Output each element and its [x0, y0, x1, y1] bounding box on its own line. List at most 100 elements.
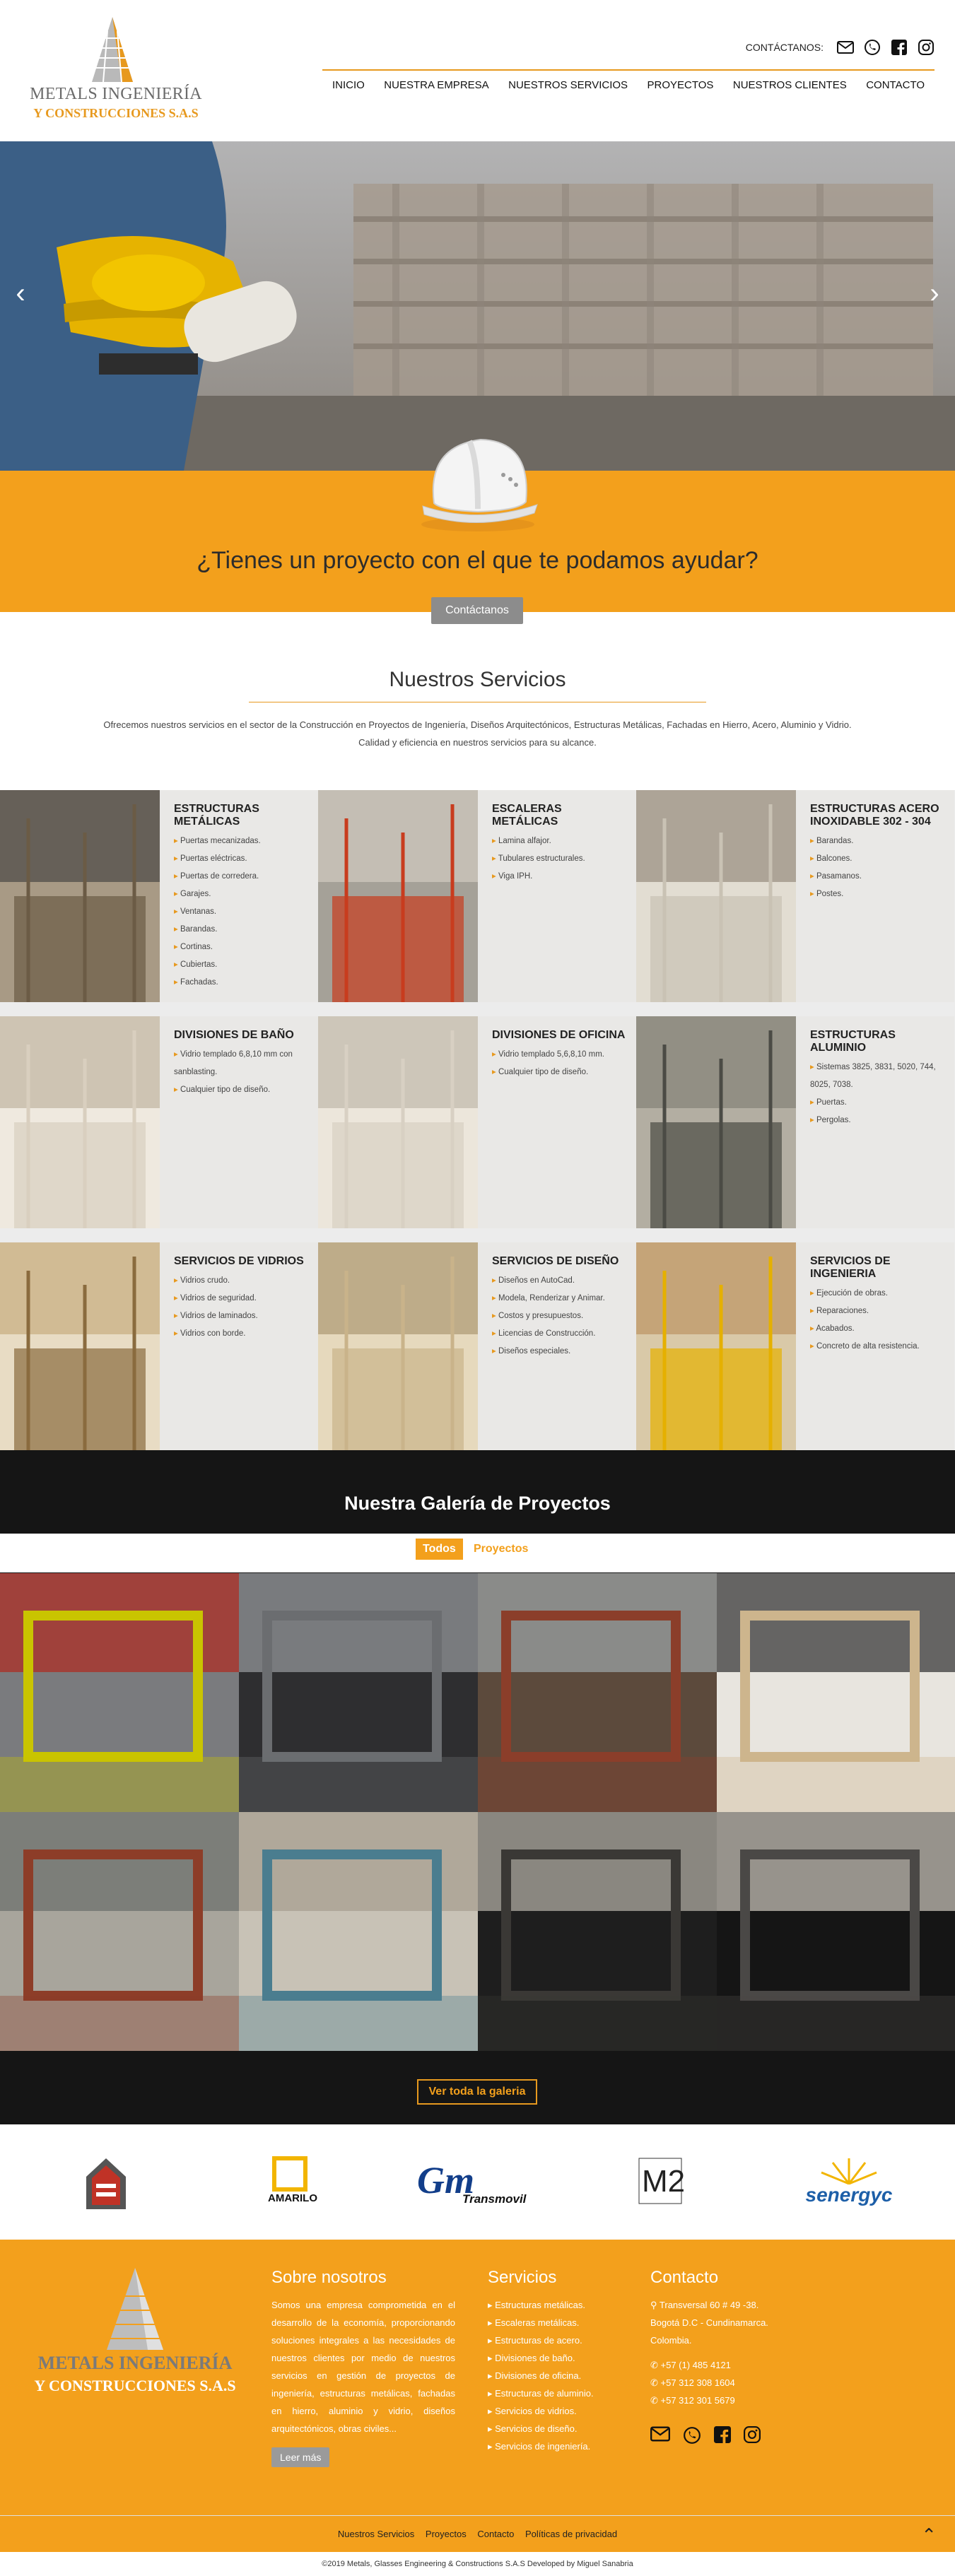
footer-service-item[interactable]: Servicios de ingeniería.	[488, 2437, 629, 2455]
nav-proyectos[interactable]: PROYECTOS	[648, 76, 714, 94]
services-footer-title: Servicios	[488, 2268, 557, 2287]
service-list: Vidrio templado 6,8,10 mm con sanblastin…	[174, 1046, 311, 1099]
service-list: Vidrios crudo.Vidrios de seguridad.Vidri…	[174, 1272, 311, 1343]
service-list-item: Vidrio templado 5,6,8,10 mm.	[492, 1046, 629, 1064]
envelope-icon[interactable]	[836, 38, 855, 57]
whatsapp-icon[interactable]	[683, 2426, 701, 2445]
footer-service-item[interactable]: Divisiones de oficina.	[488, 2367, 629, 2384]
footer-service-item[interactable]: Divisiones de baño.	[488, 2349, 629, 2367]
bottom-link-privacidad[interactable]: Políticas de privacidad	[525, 2529, 617, 2539]
footer-service-item[interactable]: Escaleras metálicas.	[488, 2314, 629, 2331]
phone-3[interactable]: +57 312 301 5679	[661, 2395, 735, 2406]
bottom-link-contacto[interactable]: Contacto	[477, 2529, 514, 2539]
see-all-gallery-button[interactable]: Ver toda la galeria	[417, 2079, 537, 2105]
phone-1[interactable]: +57 (1) 485 4121	[661, 2360, 731, 2370]
facebook-icon[interactable]	[714, 2426, 731, 2443]
logo[interactable]: METALS INGENIERÍA Y CONSTRUCCIONES S.A.S	[24, 17, 208, 123]
read-more-button[interactable]: Leer más	[271, 2447, 330, 2467]
footer-service-item[interactable]: Estructuras de aluminio.	[488, 2384, 629, 2402]
service-card[interactable]: ESTRUCTURAS ALUMINIO Sistemas 3825, 3831…	[636, 1016, 954, 1228]
whatsapp-icon: ✆	[650, 2377, 661, 2388]
about-title: Sobre nosotros	[271, 2268, 387, 2287]
bottom-link-proyectos[interactable]: Proyectos	[426, 2529, 467, 2539]
nav-inicio[interactable]: INICIO	[332, 76, 365, 94]
client-logo-senergyc[interactable]: senergyc	[797, 2156, 901, 2212]
service-photo	[0, 1016, 160, 1228]
facebook-icon[interactable]	[890, 38, 908, 57]
service-list-item: Vidrio templado 6,8,10 mm con sanblastin…	[174, 1046, 311, 1081]
client-logo-gm-transmovil[interactable]: Gm Transmovil	[417, 2156, 539, 2212]
service-card[interactable]: ESTRUCTURAS METÁLICAS Puertas mecanizada…	[0, 790, 318, 1002]
gallery-item[interactable]	[239, 1573, 478, 1812]
gallery-item[interactable]	[478, 1812, 717, 2051]
tab-proyectos[interactable]: Proyectos	[467, 1539, 535, 1560]
service-list-item: Ejecución de obras.	[810, 1285, 947, 1302]
service-card[interactable]: SERVICIOS DE VIDRIOS Vidrios crudo.Vidri…	[0, 1242, 318, 1454]
service-list-item: Fachadas.	[174, 974, 311, 992]
footer-service-item[interactable]: Servicios de vidrios.	[488, 2402, 629, 2420]
service-card[interactable]: DIVISIONES DE BAÑO Vidrio templado 6,8,1…	[0, 1016, 318, 1228]
service-text: DIVISIONES DE OFICINA Vidrio templado 5,…	[478, 1016, 636, 1228]
scroll-top-icon[interactable]: ⌃	[921, 2524, 937, 2546]
service-card[interactable]: SERVICIOS DE INGENIERIA Ejecución de obr…	[636, 1242, 954, 1454]
gallery-item[interactable]	[717, 1812, 955, 2051]
hero-next-arrow[interactable]: ›	[924, 279, 945, 307]
envelope-icon[interactable]	[650, 2426, 670, 2442]
whatsapp-icon[interactable]	[863, 38, 881, 57]
service-photo	[636, 790, 796, 1002]
gallery-item[interactable]	[0, 1812, 239, 2051]
client-logo-1[interactable]	[83, 2156, 129, 2212]
m2-text: M2	[642, 2164, 686, 2199]
client-logo-m2[interactable]: M2	[638, 2156, 686, 2212]
service-list-item: Licencias de Construcción.	[492, 1325, 629, 1343]
nav-contacto[interactable]: CONTACTO	[866, 76, 925, 94]
service-list-item: Barandas.	[810, 833, 947, 850]
service-list-item: Lamina alfajor.	[492, 833, 629, 850]
service-card[interactable]: ESTRUCTURAS ACERO INOXIDABLE 302 - 304 B…	[636, 790, 954, 1002]
services-desc-line1: Ofrecemos nuestros servicios en el secto…	[103, 719, 852, 730]
nav-nuestros-servicios[interactable]: NUESTROS SERVICIOS	[508, 76, 628, 94]
service-card[interactable]: SERVICIOS DE DISEÑO Diseños en AutoCad.M…	[318, 1242, 636, 1454]
instagram-icon[interactable]	[744, 2426, 761, 2443]
site-header: METALS INGENIERÍA Y CONSTRUCCIONES S.A.S…	[0, 0, 955, 141]
gallery-item[interactable]	[478, 1573, 717, 1812]
contact-button[interactable]: Contáctanos	[431, 597, 523, 624]
footer-service-item[interactable]: Estructuras de acero.	[488, 2331, 629, 2349]
service-list-item: Costos y presupuestos.	[492, 1307, 629, 1325]
service-list-item: Barandas.	[174, 921, 311, 939]
bottom-link-servicios[interactable]: Nuestros Servicios	[338, 2529, 414, 2539]
service-list: Diseños en AutoCad.Modela, Renderizar y …	[492, 1272, 629, 1360]
nav-nuestros-clientes[interactable]: NUESTROS CLIENTES	[733, 76, 847, 94]
gallery-item[interactable]	[717, 1573, 955, 1812]
contact-title: Contacto	[650, 2268, 719, 2287]
service-list-item: Cualquier tipo de diseño.	[492, 1064, 629, 1081]
service-photo	[318, 1242, 478, 1454]
nav-nuestra-empresa[interactable]: NUESTRA EMPRESA	[384, 76, 488, 94]
logo-name: METALS INGENIERÍA	[30, 85, 202, 103]
client-logo-amarilo[interactable]: AMARILO	[259, 2156, 327, 2212]
gallery-item[interactable]	[239, 1812, 478, 2051]
footer-service-item[interactable]: Estructuras metálicas.	[488, 2296, 629, 2314]
service-list-item: Puertas de corredera.	[174, 868, 311, 886]
nav-divider	[322, 69, 935, 71]
service-card[interactable]: DIVISIONES DE OFICINA Vidrio templado 5,…	[318, 1016, 636, 1228]
gallery-item[interactable]	[0, 1573, 239, 1812]
footer-building-icon	[107, 2268, 163, 2350]
logo-subname: Y CONSTRUCCIONES S.A.S	[33, 106, 199, 120]
instagram-icon[interactable]	[917, 38, 935, 57]
service-list-item: Puertas.	[810, 1094, 947, 1112]
service-title: SERVICIOS DE VIDRIOS	[174, 1255, 304, 1267]
service-list: Ejecución de obras.Reparaciones.Acabados…	[810, 1285, 947, 1355]
service-list-item: Vidrios de seguridad.	[174, 1290, 311, 1307]
phone-2[interactable]: +57 312 308 1604	[661, 2377, 735, 2388]
tab-todos[interactable]: Todos	[416, 1539, 463, 1560]
service-list-item: Pergolas.	[810, 1112, 947, 1129]
service-title: DIVISIONES DE OFICINA	[492, 1029, 626, 1041]
footer-about: Sobre nosotros Somos una empresa comprom…	[271, 2268, 455, 2467]
services-title: Nuestros Servicios	[389, 668, 566, 691]
service-card[interactable]: ESCALERAS METÁLICAS Lamina alfajor.Tubul…	[318, 790, 636, 1002]
footer-service-item[interactable]: Servicios de diseño.	[488, 2420, 629, 2437]
footer-logo[interactable]: METALS INGENIERÍA Y CONSTRUCCIONES S.A.S	[33, 2268, 238, 2395]
main-nav: INICIO NUESTRA EMPRESA NUESTROS SERVICIO…	[322, 76, 935, 94]
hero-prev-arrow[interactable]: ‹	[10, 279, 31, 307]
